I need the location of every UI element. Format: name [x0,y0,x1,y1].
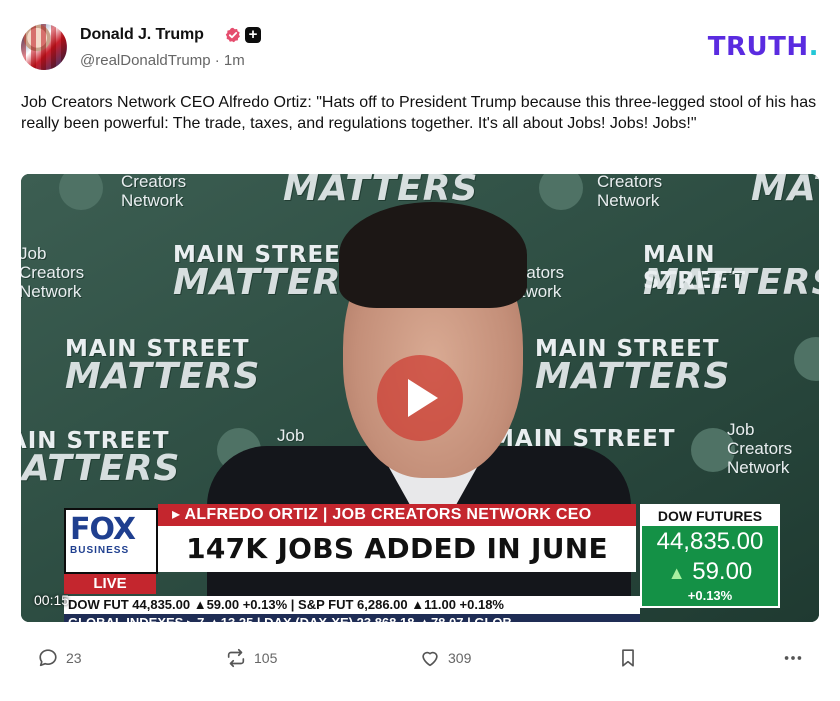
up-arrow-icon: ▲ [667,563,686,583]
bg-matters-text: MATTERS [643,262,819,303]
bg-matters-text: MATTERS [65,356,261,397]
post-actions-bar: 23 105 309 [21,644,821,672]
news-lower-third: FOX BUSINESS LIVE ▸ ALFREDO ORTIZ | JOB … [21,498,819,622]
reply-icon [39,649,57,667]
truth-social-logo[interactable]: TRUTH. [708,32,819,62]
market-ticker-row: GLOBAL INDEXES ▸ 7 ▲13.25 | DAX (DAX-XE)… [64,614,640,622]
play-icon [408,379,438,417]
like-count: 309 [448,650,472,666]
live-badge: LIVE [64,574,156,594]
avatar[interactable] [21,24,67,70]
play-button[interactable] [377,355,463,441]
bg-matters-text: MATTERS [751,174,819,209]
author-name[interactable]: Donald J. Trump [80,26,204,44]
retruth-button[interactable]: 105 [225,644,277,672]
logo-dot: . [808,32,819,62]
post-text: Job Creators Network CEO Alfredo Ortiz: … [21,94,817,132]
retruth-icon [227,648,245,668]
headline-banner: 147K JOBS ADDED IN JUNE [158,526,636,572]
bg-jcn-text: JobCreatorsNetwork [727,420,793,477]
like-button[interactable]: 309 [419,644,471,672]
post-header: Donald J. Trump + @realDonaldTrump · 1m … [21,24,821,74]
fox-business-logo: FOX BUSINESS [64,508,158,574]
heart-icon [422,651,438,667]
bg-jcn-text: Creators Network [597,174,663,210]
bg-jcn-text: JobCreatorsNetwork [21,244,85,301]
bg-matters-text: MATTERS [21,448,181,489]
market-ticker-row: DOW FUT 44,835.00 ▲59.00 +0.13% | S&P FU… [64,596,640,614]
bg-jcn-text: Job [277,426,305,445]
reply-count: 23 [66,650,82,666]
author-handle-and-time: @realDonaldTrump · 1m [80,52,245,69]
speaker-banner: ▸ ALFREDO ORTIZ | JOB CREATORS NETWORK C… [158,504,636,526]
more-options-button[interactable] [781,644,805,672]
bookmark-icon [622,649,634,667]
dow-futures-box: DOW FUTURES 44,835.00 ▲ 59.00 +0.13% [640,504,780,608]
reply-button[interactable]: 23 [37,644,82,672]
plus-badge-icon: + [245,27,261,43]
author-handle[interactable]: @realDonaldTrump [80,52,211,69]
video-player[interactable]: Creators Network MATTERS Creators Network … [21,174,819,622]
logo-text: TRUTH [707,32,809,62]
more-icon [784,656,802,660]
speaker-hair [339,202,527,308]
bg-matters-text: MATTERS [283,174,479,209]
video-timestamp: 00:15 [34,592,70,608]
verified-badge-icon [225,27,240,43]
bg-jcn-text: Creators Network [121,174,187,210]
post-time: · 1m [214,52,245,69]
bg-matters-text: MATTERS [535,356,731,397]
bookmark-button[interactable] [617,644,639,672]
retruth-count: 105 [254,650,278,666]
